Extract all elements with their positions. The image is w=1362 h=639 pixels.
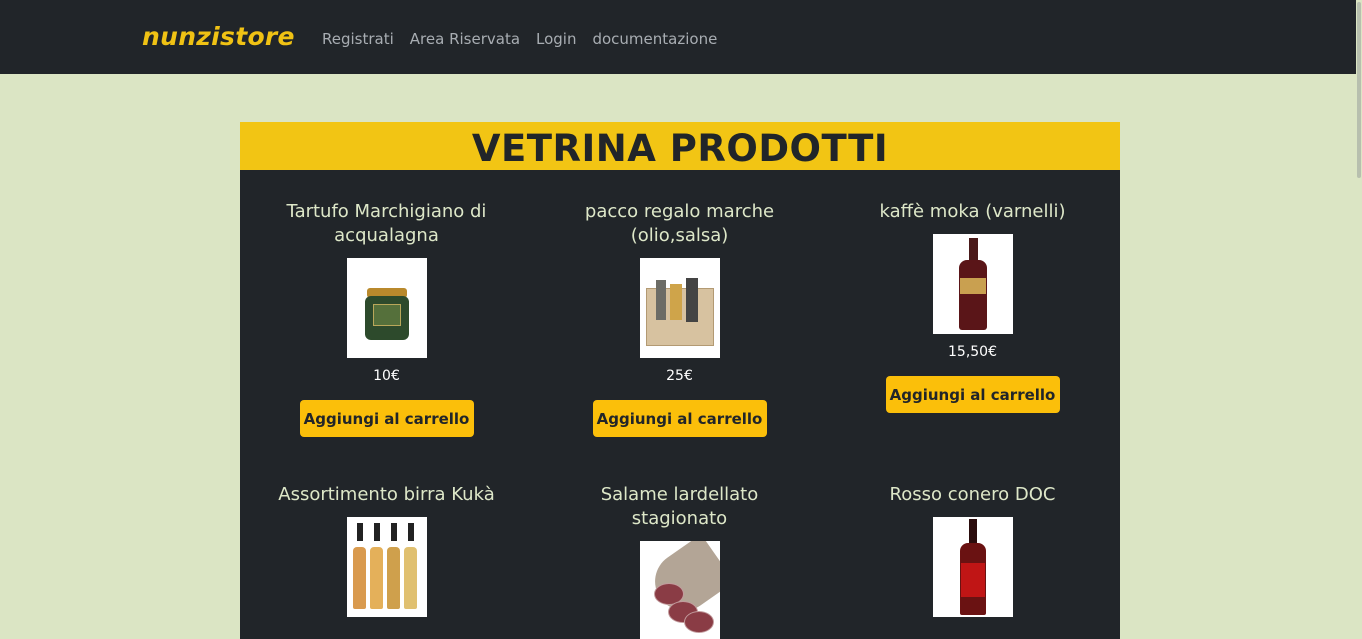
nav-link-registrati[interactable]: Registrati — [322, 30, 394, 48]
liqueur-bottle-image — [932, 234, 1013, 334]
product-card: Rosso conero DOC — [826, 475, 1119, 639]
nav-link-login[interactable]: Login — [536, 30, 576, 48]
product-price: 15,50€ — [948, 344, 997, 360]
beer-bottles-image — [346, 517, 427, 617]
product-price: 25€ — [666, 368, 693, 384]
product-card: pacco regalo marche (olio,salsa) 25€ Agg… — [533, 192, 826, 437]
product-name: Tartufo Marchigiano di acqualagna — [286, 201, 487, 246]
showcase-title: VETRINA PRODOTTI — [471, 127, 889, 170]
gift-box-image — [639, 258, 720, 358]
salami-image — [639, 541, 720, 639]
add-to-cart-button[interactable]: Aggiungi al carrello — [592, 400, 767, 437]
product-price: 10€ — [373, 368, 400, 384]
truffle-jar-image — [346, 258, 427, 358]
top-navbar: nunzistore Registrati Area Riservata Log… — [0, 0, 1362, 74]
product-name: Assortimento birra Kukà — [278, 484, 495, 505]
product-card: Salame lardellato stagionato — [533, 475, 826, 639]
brand-logo[interactable]: nunzistore — [142, 22, 295, 51]
product-row: Assortimento birra Kukà Salame lardellat… — [240, 475, 1120, 639]
scrollbar-thumb[interactable] — [1357, 2, 1361, 178]
nav-link-documentazione[interactable]: documentazione — [592, 30, 717, 48]
product-name: Rosso conero DOC — [889, 484, 1056, 505]
wine-bottle-image — [932, 517, 1013, 617]
nav-link-area-riservata[interactable]: Area Riservata — [410, 30, 520, 48]
add-to-cart-button[interactable]: Aggiungi al carrello — [299, 400, 474, 437]
product-name: Salame lardellato stagionato — [600, 484, 759, 529]
product-row: Tartufo Marchigiano di acqualagna 10€ Ag… — [240, 192, 1120, 437]
product-showcase: VETRINA PRODOTTI Tartufo Marchigiano di … — [240, 122, 1120, 639]
product-card: kaffè moka (varnelli) 15,50€ Aggiungi al… — [826, 192, 1119, 437]
product-card: Tartufo Marchigiano di acqualagna 10€ Ag… — [240, 192, 533, 437]
product-name: pacco regalo marche (olio,salsa) — [584, 201, 775, 246]
showcase-header: VETRINA PRODOTTI — [240, 122, 1120, 170]
product-name: kaffè moka (varnelli) — [879, 201, 1066, 222]
page-scrollbar[interactable] — [1356, 0, 1362, 639]
add-to-cart-button[interactable]: Aggiungi al carrello — [885, 376, 1060, 413]
product-card: Assortimento birra Kukà — [240, 475, 533, 639]
product-grid: Tartufo Marchigiano di acqualagna 10€ Ag… — [240, 192, 1120, 639]
nav-links: Registrati Area Riservata Login document… — [322, 30, 717, 48]
